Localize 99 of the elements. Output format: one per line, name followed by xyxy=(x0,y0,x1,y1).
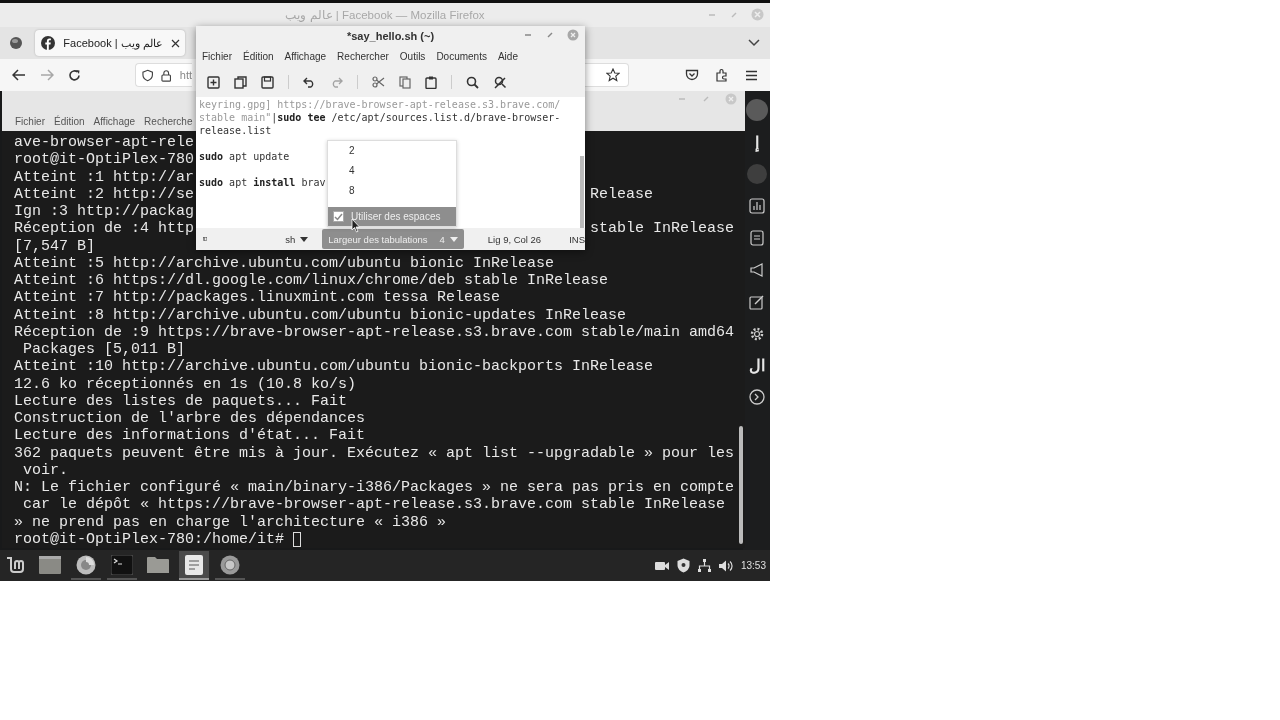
window-title: عالم ويب | Facebook — Mozilla Firefox xyxy=(285,8,485,22)
taskbar-app[interactable] xyxy=(179,551,209,580)
puzzle-icon[interactable] xyxy=(715,68,729,82)
camera-icon[interactable] xyxy=(654,560,669,571)
tab-width-option[interactable]: 8 xyxy=(328,181,456,201)
terminal-line: Atteint :8 http://archive.ubuntu.com/ubuntu bionic-updates InRelease xyxy=(14,306,627,324)
clock[interactable]: 13:53 xyxy=(740,560,766,571)
tab-width-option[interactable]: 4 xyxy=(328,161,456,181)
terminal-line: Lecture des informations d'état... Fait xyxy=(14,427,366,445)
save-icon[interactable] xyxy=(261,75,274,89)
menu-icon[interactable] xyxy=(745,69,758,81)
terminal-line: voir. xyxy=(22,461,68,479)
terminal-line: N: Le fichier configuré « main/binary-i386/Packages » ne sera pas pris en compte xyxy=(14,479,735,497)
terminal-line: [7,547 B] xyxy=(14,237,95,255)
close-icon[interactable] xyxy=(171,38,180,48)
terminal-line: root@it-OptiPlex-780 xyxy=(14,151,195,169)
menu-item[interactable]: Outils xyxy=(399,51,426,62)
back-arrow-icon[interactable] xyxy=(12,69,26,81)
menu-item[interactable]: Édition xyxy=(54,116,85,127)
caret-icon xyxy=(449,236,458,242)
settings-icon[interactable] xyxy=(748,326,765,342)
terminal-line: Atteint :10 http://archive.ubuntu.com/ubuntu bionic-backports InRelease xyxy=(14,358,654,376)
terminal-line: root@it-OptiPlex-780:/home/it# xyxy=(14,530,285,548)
reload-icon[interactable] xyxy=(68,68,81,82)
star-icon[interactable] xyxy=(606,68,620,82)
language-dropdown[interactable]: sh xyxy=(279,229,315,249)
terminal-line: » ne prend pas en charge l'architecture « i386 » xyxy=(14,513,447,531)
text-editor-icon xyxy=(185,554,203,575)
window-title: *say_hello.sh (~) xyxy=(346,30,435,42)
folder-icon xyxy=(147,555,169,574)
terminal-icon xyxy=(111,554,133,575)
terminal-line: car le dépôt « https://brave-browser-apt-release.s3.brave.com stable InRelease xyxy=(22,496,726,514)
menu-item[interactable]: Recherche xyxy=(144,116,193,127)
megaphone-icon[interactable] xyxy=(748,262,765,278)
avatar-icon[interactable] xyxy=(745,99,768,121)
terminal-line: Réception de :4 http xyxy=(14,220,195,238)
caret-icon xyxy=(300,236,309,242)
shield-icon xyxy=(142,68,154,82)
menu-logo-icon[interactable] xyxy=(5,555,27,576)
sidebar-heading: إ xyxy=(754,133,759,152)
menu-item[interactable]: Édition xyxy=(243,51,274,62)
clipboard-icon[interactable] xyxy=(425,75,437,89)
undo-icon[interactable] xyxy=(303,76,316,88)
terminal-line: Atteint :7 http://packages.linuxmint.com tessa Release xyxy=(14,289,501,307)
terminal-line: Release xyxy=(590,185,654,203)
terminal-line: Lecture des listes de paquets... Fait xyxy=(14,392,348,410)
terminal-line: stable InRelease xyxy=(590,220,735,238)
terminal-line: 12.6 ko réceptionnés en 1s (10.8 ko/s) xyxy=(14,375,357,393)
find-replace-icon[interactable] xyxy=(493,75,507,89)
terminal-line: Réception de :9 https://brave-browser-apt-release.s3.brave.com stable/main amd64 xyxy=(14,323,735,341)
menu-item[interactable]: Affichage xyxy=(284,51,327,62)
sidebar-heading: ال xyxy=(748,356,765,375)
pencil-icon[interactable] xyxy=(748,294,765,310)
terminal-line: Atteint :1 http://ar xyxy=(14,168,195,186)
code-line: stable main"|sudo tee /etc/apt/sources.list.d/brave-browser- xyxy=(199,111,561,124)
menu-item[interactable]: Documents xyxy=(436,51,487,62)
browser-icon xyxy=(220,554,240,575)
terminal-line: Packages [5,011 B] xyxy=(22,341,186,359)
cursor-position: Lig 9, Col 26 xyxy=(487,233,542,245)
terminal-line: Ign :3 http://packag xyxy=(14,203,195,221)
terminal-line: Atteint :6 https://dl.google.com/linux/chrome/deb stable InRelease xyxy=(14,272,609,290)
scissors-icon[interactable] xyxy=(372,76,385,88)
menu-item[interactable]: Fichier xyxy=(202,51,232,62)
shield-icon[interactable] xyxy=(676,558,690,573)
terminal-line: Atteint :2 http://se xyxy=(14,185,195,203)
url-field[interactable]: htt xyxy=(135,63,192,87)
chart-icon[interactable] xyxy=(748,198,765,214)
terminal-line: 362 paquets peuvent être mis à jour. Exécutez « apt list --upgradable » pour les xyxy=(14,444,735,462)
desktop-icon xyxy=(39,555,61,574)
code-line: keyring.gpg] https://brave-browser-apt-release.s3.brave.com/ xyxy=(199,98,561,111)
arrow-circle-icon[interactable] xyxy=(748,389,765,405)
menu-item[interactable]: Aide xyxy=(497,51,518,62)
code-line: release.list xyxy=(199,124,272,137)
pocket-icon[interactable] xyxy=(685,68,699,82)
checkbox[interactable] xyxy=(333,211,344,222)
documents-icon[interactable] xyxy=(234,75,247,89)
chevron-down-icon[interactable] xyxy=(748,39,760,47)
search-icon[interactable] xyxy=(466,75,479,89)
copy-icon[interactable] xyxy=(399,75,411,89)
browser-tab[interactable]: Facebook | عالم ويب xyxy=(35,30,185,56)
terminal-line: Construction de l'arbre des dépendances xyxy=(14,410,366,428)
menu-item[interactable]: Fichier xyxy=(15,116,45,127)
terminal-line: Atteint :5 http://archive.ubuntu.com/ubuntu bionic InRelease xyxy=(14,254,555,272)
tab-width-option[interactable]: 2 xyxy=(328,141,456,161)
maximize-icon[interactable] xyxy=(545,30,555,40)
new-document-icon[interactable] xyxy=(207,75,220,89)
terminal-line: ave-browser-apt-rele xyxy=(14,134,195,152)
network-icon[interactable] xyxy=(697,559,711,572)
volume-icon[interactable] xyxy=(718,559,733,572)
facebook-icon xyxy=(41,36,55,50)
scrollbar-thumb[interactable] xyxy=(739,426,743,544)
code-line: sudo apt install brav xyxy=(199,176,326,189)
lock-icon xyxy=(161,68,172,82)
document-icon[interactable] xyxy=(748,230,765,246)
browser-icon xyxy=(76,554,96,575)
menu-item[interactable]: Affichage xyxy=(93,116,136,127)
insert-mode: INS xyxy=(569,233,585,245)
menu-item[interactable]: Rechercher xyxy=(337,51,389,62)
code-line: sudo apt update xyxy=(199,150,290,163)
